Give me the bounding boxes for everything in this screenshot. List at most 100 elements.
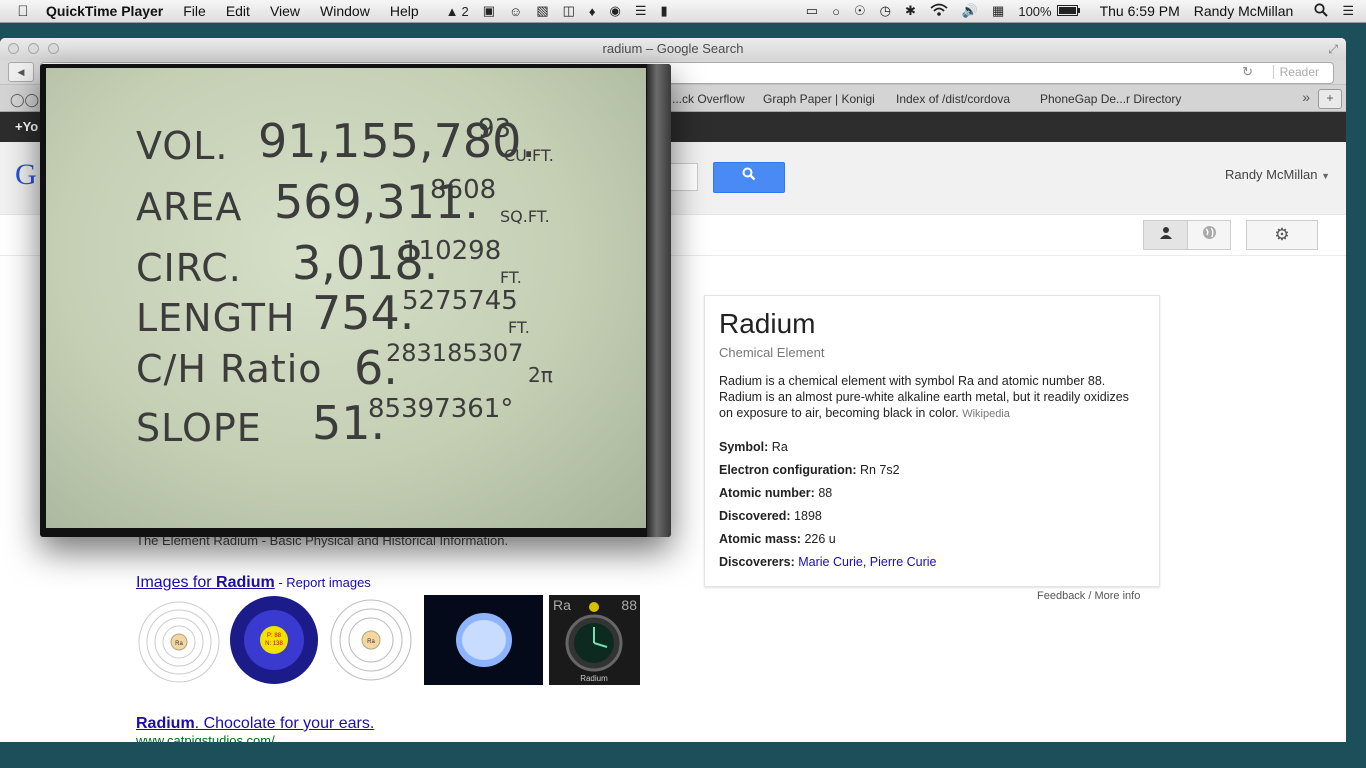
video-unit: FT. bbox=[508, 318, 530, 337]
reading-list-icon[interactable]: ◯◯ bbox=[10, 92, 39, 108]
dropbox-icon[interactable]: ▧ bbox=[536, 3, 548, 19]
hide-personal-results-button[interactable] bbox=[1187, 220, 1231, 250]
images-query: Radium bbox=[216, 574, 275, 591]
reader-button[interactable]: Reader bbox=[1272, 65, 1325, 79]
eye-icon[interactable]: ◉ bbox=[610, 3, 621, 19]
thumb-3-label: Ra bbox=[367, 639, 375, 645]
kp-feedback-link[interactable]: Feedback / More info bbox=[1037, 590, 1140, 602]
video-unit: SQ.FT. bbox=[500, 207, 550, 226]
video-integer: 754. bbox=[312, 286, 415, 340]
video-label: LENGTH bbox=[136, 296, 296, 340]
truck-icon[interactable]: ▣ bbox=[483, 3, 495, 19]
report-images-link[interactable]: - Report images bbox=[275, 575, 370, 590]
menu-help[interactable]: Help bbox=[390, 3, 419, 19]
bookmark-phonegap[interactable]: PhoneGap De...r Directory bbox=[1040, 92, 1181, 106]
minimize-icon[interactable] bbox=[28, 43, 39, 54]
video-decimal: 85397361° bbox=[368, 394, 514, 424]
video-label: AREA bbox=[136, 185, 243, 229]
zoom-icon[interactable] bbox=[48, 43, 59, 54]
face-icon[interactable]: ☺ bbox=[509, 4, 522, 19]
menu-edit[interactable]: Edit bbox=[226, 3, 250, 19]
list-icon[interactable]: ☰ bbox=[1342, 3, 1354, 19]
clock[interactable]: Thu 6:59 PM bbox=[1100, 3, 1180, 19]
menu-file[interactable]: File bbox=[183, 3, 206, 19]
apple-icon[interactable]:  bbox=[0, 3, 46, 20]
kp-fact-value: 226 u bbox=[804, 532, 836, 546]
image-thumbnail-2[interactable]: P: 88 N: 138 bbox=[229, 595, 319, 685]
google-plus-link[interactable]: +Yo bbox=[15, 119, 38, 134]
kp-title: Radium bbox=[719, 308, 816, 339]
evernote-icon[interactable]: ♦ bbox=[589, 4, 596, 19]
settings-button[interactable]: ⚙ bbox=[1246, 220, 1318, 250]
kp-fact-discoverers: Discoverers: Marie Curie, Pierre Curie bbox=[719, 555, 937, 569]
kp-wikipedia-link[interactable]: Wikipedia bbox=[962, 408, 1010, 420]
result-2-bold: Radium bbox=[136, 715, 195, 732]
accessibility-icon[interactable]: ☉ bbox=[854, 3, 866, 19]
app-menu[interactable]: QuickTime Player bbox=[46, 3, 163, 19]
thumb-5-number: 88 bbox=[621, 597, 637, 613]
image-thumbnail-4[interactable] bbox=[424, 595, 543, 685]
google-user-menu[interactable]: Randy McMillan ▼ bbox=[1225, 167, 1330, 182]
reload-icon[interactable]: ↻ bbox=[1242, 64, 1253, 80]
back-button[interactable]: ◀ bbox=[8, 62, 34, 82]
thumb-1-label: Ra bbox=[175, 641, 183, 647]
chat-icon[interactable]: ○ bbox=[832, 4, 840, 19]
wifi-icon[interactable] bbox=[930, 3, 948, 19]
person-icon bbox=[1160, 227, 1172, 239]
result-2-url: www.catpigstudios.com/ bbox=[136, 733, 275, 742]
battery-icon[interactable] bbox=[1056, 4, 1081, 19]
kp-description-text: Radium is a chemical element with symbol… bbox=[719, 374, 1129, 420]
sync-icon[interactable]: ◫ bbox=[563, 3, 575, 19]
new-tab-button[interactable]: + bbox=[1318, 89, 1342, 109]
battery-percent: 100% bbox=[1018, 3, 1052, 19]
bars-icon[interactable]: ▮ bbox=[661, 3, 668, 19]
spotlight-icon[interactable] bbox=[1314, 2, 1329, 20]
kp-fact-symbol: Symbol: Ra bbox=[719, 440, 788, 454]
kp-description: Radium is a chemical element with symbol… bbox=[719, 373, 1139, 422]
time-machine-icon[interactable]: ◷ bbox=[880, 3, 891, 19]
airplay-icon[interactable]: ▭ bbox=[806, 3, 818, 19]
video-label: SLOPE bbox=[136, 406, 262, 450]
image-thumbnail-1[interactable]: Ra bbox=[137, 595, 222, 685]
search-button[interactable] bbox=[713, 162, 785, 193]
kp-fact-discovered: Discovered: 1898 bbox=[719, 509, 822, 523]
kp-fact-value: Rn 7s2 bbox=[859, 463, 900, 477]
video-label: C/H Ratio bbox=[136, 347, 323, 391]
video-decimal: 8608 bbox=[430, 175, 497, 205]
layers-icon[interactable]: ☰ bbox=[635, 3, 647, 19]
image-thumbnail-3[interactable]: Ra bbox=[327, 595, 415, 685]
video-frame: VOL. 91,155,780. 93 CU.FT. AREA 569,311.… bbox=[46, 68, 646, 528]
video-decimal: 93 bbox=[478, 114, 512, 144]
bluetooth-icon[interactable]: ✱ bbox=[905, 3, 916, 19]
quicktime-video-window[interactable]: VOL. 91,155,780. 93 CU.FT. AREA 569,311.… bbox=[40, 64, 671, 537]
calendar-icon[interactable]: ▦ bbox=[992, 3, 1004, 19]
bookmark-cordova[interactable]: Index of /dist/cordova bbox=[896, 92, 1010, 106]
thumb-5-symbol: Ra bbox=[553, 597, 571, 613]
kp-discoverer-pierre-curie[interactable]: Pierre Curie bbox=[870, 555, 937, 569]
google-logo[interactable]: G bbox=[15, 158, 37, 192]
video-edge bbox=[647, 64, 671, 537]
kp-fact-value: Ra bbox=[771, 440, 788, 454]
video-unit: CU.FT. bbox=[504, 146, 554, 165]
kp-fact-label: Electron configuration: bbox=[719, 463, 857, 477]
video-decimal: 110298 bbox=[402, 236, 502, 266]
fullscreen-icon[interactable]: ⤢ bbox=[1328, 38, 1338, 60]
kp-discoverer-marie-curie[interactable]: Marie Curie bbox=[798, 555, 863, 569]
result-2-title[interactable]: Radium. Chocolate for your ears. bbox=[136, 715, 374, 733]
video-label: CIRC. bbox=[136, 246, 242, 290]
kp-fact-atomic-mass: Atomic mass: 226 u bbox=[719, 532, 836, 546]
personal-results-button[interactable] bbox=[1143, 220, 1189, 250]
menu-window[interactable]: Window bbox=[320, 3, 370, 19]
images-for-link[interactable]: Images for Radium bbox=[136, 574, 275, 591]
adobe-icon[interactable]: ▲ bbox=[446, 4, 459, 19]
bookmark-stackoverflow[interactable]: ...ck Overflow bbox=[672, 92, 745, 106]
user-menu[interactable]: Randy McMillan bbox=[1194, 3, 1294, 19]
knowledge-panel: Radium Chemical Element Radium is a chem… bbox=[704, 295, 1160, 587]
volume-icon[interactable]: 🔊 bbox=[962, 3, 978, 19]
bookmark-graph-paper[interactable]: Graph Paper | Konigi bbox=[763, 92, 875, 106]
image-thumbnail-5[interactable]: Ra 88 Radium bbox=[549, 595, 640, 685]
close-icon[interactable] bbox=[8, 43, 19, 54]
more-bookmarks-icon[interactable]: » bbox=[1302, 89, 1310, 105]
menu-view[interactable]: View bbox=[270, 3, 300, 19]
kp-fact-value: 88 bbox=[818, 486, 833, 500]
